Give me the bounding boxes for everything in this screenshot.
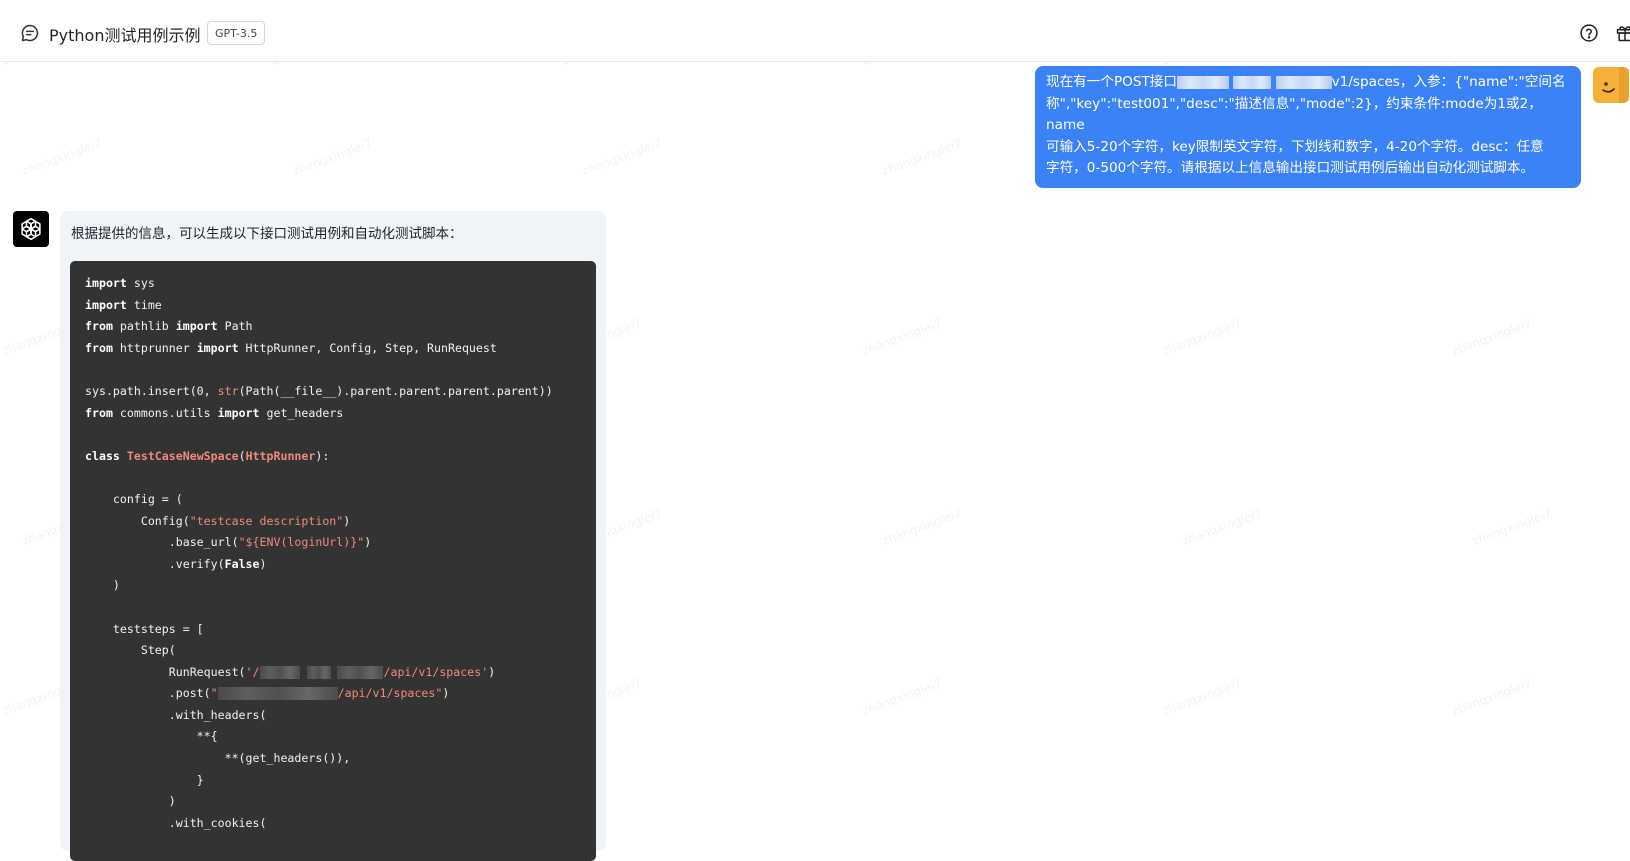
chat-bubble-icon [20,23,40,43]
code-line: import sys [85,273,596,295]
watermark-text: zhangxinglei7 [580,136,664,178]
code-line: class TestCaseNewSpace(HttpRunner): [85,446,596,468]
watermark-text: zhangxinglei7 [860,316,944,358]
code-line: .base_url("${ENV(loginUrl)}") [85,532,596,554]
code-line: sys.path.insert(0, str(Path(__file__).pa… [85,381,596,403]
code-line: ) [85,575,596,597]
code-line: from httprunner import HttpRunner, Confi… [85,338,596,360]
assistant-message: 根据提供的信息，可以生成以下接口测试用例和自动化测试脚本： import sys… [60,211,606,851]
code-line: .verify(False) [85,554,596,576]
code-line: **(get_headers()), [85,748,596,770]
watermark-text: zhangxinglei7 [1160,676,1244,718]
code-line-blank [85,467,596,489]
help-circle-icon[interactable] [1579,23,1599,43]
code-line: teststeps = [ [85,619,596,641]
code-line: ) [85,791,596,813]
watermark-text: zhangxinglei7 [1450,316,1534,358]
watermark-text: zhangxinglei7 [880,136,964,178]
user-message-line: 现在有一个POST接口 v1/spaces，入参：{"name":"空间名 [1046,72,1571,94]
watermark-text: zhangxinglei7 [860,676,944,718]
user-message-line: 称","key":"test001","desc":"描述信息","mode":… [1046,94,1571,137]
gift-icon[interactable] [1615,23,1630,43]
code-line: Step( [85,640,596,662]
watermark-text: zhangxinglei7 [880,506,964,548]
smiley-face-icon [1593,67,1629,103]
assistant-intro-text: 根据提供的信息，可以生成以下接口测试用例和自动化测试脚本： [71,222,463,242]
redacted-region [337,666,383,679]
code-line-blank [85,424,596,446]
redacted-region [218,687,338,700]
code-line: .with_headers( [85,705,596,727]
chat-header: Python测试用例示例 GPT-3.5 [0,0,1630,62]
code-line: Config("testcase description") [85,511,596,533]
code-line-blank [85,597,596,619]
redacted-region [307,666,331,679]
code-line: .post("/api/v1/spaces") [85,683,596,705]
watermark-text: zhangxinglei7 [1180,506,1264,548]
code-line-blank [85,359,596,381]
code-line: config = ( [85,489,596,511]
code-line: from pathlib import Path [85,316,596,338]
redacted-region [260,666,300,679]
code-line: .with_cookies( [85,813,596,835]
watermark-text: zhangxinglei7 [1470,506,1554,548]
watermark-text: zhangxinglei7 [290,136,374,178]
code-block[interactable]: import sys import time from pathlib impo… [70,261,596,861]
code-line: from commons.utils import get_headers [85,403,596,425]
code-line: import time [85,295,596,317]
user-message-line: 字符，0-500个字符。请根据以上信息输出接口测试用例后输出自动化测试脚本。 [1046,158,1571,180]
redacted-region [1177,76,1229,89]
user-message: 现在有一个POST接口 v1/spaces，入参：{"name":"空间名 称"… [1035,66,1581,188]
code-line: **{ [85,726,596,748]
watermark-text: zhangxinglei7 [20,136,104,178]
code-line: } [85,770,596,792]
assistant-avatar [13,211,49,247]
chat-title: Python测试用例示例 [49,22,200,46]
model-badge: GPT-3.5 [207,21,265,45]
code-line: RunRequest('/ /api/v1/spaces') [85,662,596,684]
redacted-region [1233,76,1271,89]
watermark-text: zhangxinglei7 [1450,676,1534,718]
openai-logo-icon [18,216,44,242]
user-message-line: 可输入5-20个字符，key限制英文字符，下划线和数字，4-20个字符。desc… [1046,137,1571,159]
redacted-region [1276,76,1332,89]
watermark-text: zhangxinglei7 [1160,316,1244,358]
user-avatar [1593,67,1629,103]
